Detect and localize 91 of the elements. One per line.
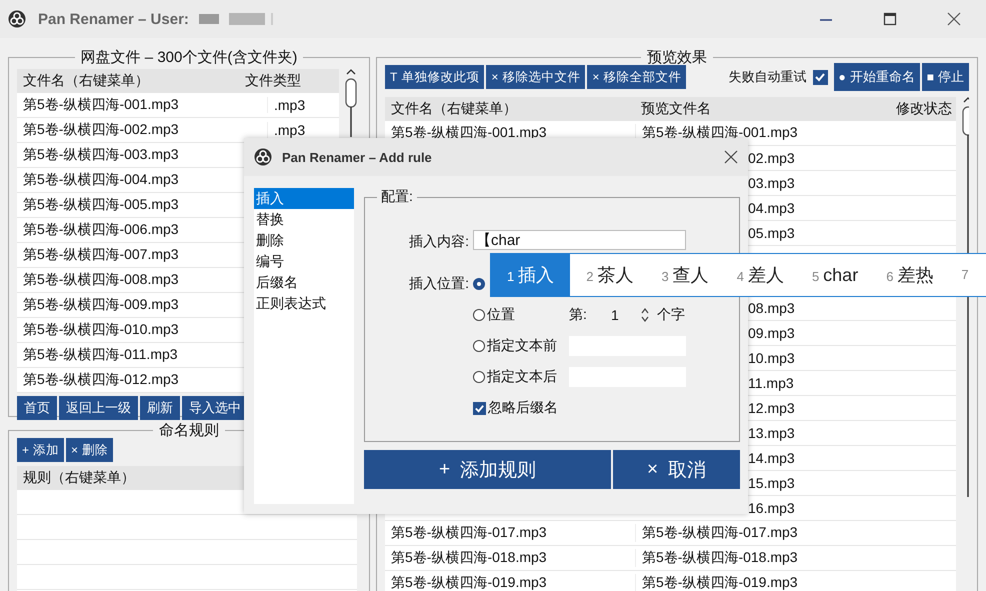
dialog-title: Pan Renamer – Add rule <box>282 150 432 164</box>
action-button[interactable]: ■ 停止 <box>922 63 969 91</box>
nav-button[interactable]: 首页 <box>17 396 57 420</box>
list-item[interactable]: 正则表达式 <box>254 293 354 314</box>
table-cell: 13.mp3 <box>748 425 795 441</box>
table-cell: 09.mp3 <box>748 325 795 341</box>
app-logo-icon <box>8 10 26 28</box>
app-logo-icon <box>254 148 272 166</box>
radio-button[interactable] <box>473 371 485 383</box>
maximize-icon[interactable] <box>883 12 897 26</box>
column-header[interactable]: 文件名（右键菜单） <box>385 100 635 118</box>
radio-button[interactable] <box>473 278 485 290</box>
table-cell-text: 第5卷-纵横四海-012.mp3 <box>22 371 180 389</box>
radio-label: 指定文本后 <box>487 368 558 386</box>
group-title: 配置: <box>380 188 414 206</box>
toolbar-button[interactable]: T 单独修改此项 <box>385 65 484 89</box>
radio-button[interactable] <box>473 340 485 352</box>
field-label: 插入位置: <box>408 274 470 293</box>
table-cell-text: 第5卷-纵横四海-019.mp3 <box>390 574 548 591</box>
toolbar-button[interactable]: × 移除全部文件 <box>587 65 686 89</box>
group-title: 命名规则 <box>158 421 220 440</box>
window-title: Pan Renamer – User: <box>38 10 189 28</box>
toolbar-button[interactable]: × 移除选中文件 <box>486 65 586 89</box>
column-header[interactable]: 文件名（右键菜单） <box>17 72 239 90</box>
ime-candidate[interactable]: 5 char <box>796 254 870 296</box>
table-cell: 04.mp3 <box>748 200 795 216</box>
checkbox-label: 失败自动重试 <box>728 68 806 86</box>
ime-candidate[interactable]: 2 茶人 <box>570 254 646 296</box>
table-cell: 05.mp3 <box>748 225 795 241</box>
field-label: 插入内容: <box>408 232 470 251</box>
dialog-button[interactable]: + 添加规则 <box>364 450 611 489</box>
table-cell: 12.mp3 <box>748 400 795 416</box>
table-cell: 14.mp3 <box>748 450 795 466</box>
table-cell-text: 第5卷-纵横四海-003.mp3 <box>22 146 180 164</box>
checkbox-label: 忽略后缀名 <box>488 399 558 417</box>
list-item[interactable]: 替换 <box>254 209 354 230</box>
checkbox[interactable] <box>473 402 486 414</box>
toolbar-button[interactable]: + 添加 <box>17 438 64 462</box>
list-item[interactable]: 后缀名 <box>254 272 354 293</box>
table-cell-text: 第5卷-纵横四海-004.mp3 <box>22 171 180 189</box>
table-cell: 03.mp3 <box>748 175 795 191</box>
table-cell: 第5卷-纵横四海-019.mp3 <box>635 574 885 591</box>
field-label: 个字 <box>657 306 685 324</box>
toolbar-button[interactable]: × 删除 <box>66 438 114 462</box>
table-cell: 第5卷-纵横四海-017.mp3 <box>635 524 885 542</box>
table-cell-text: 第5卷-纵横四海-011.mp3 <box>22 346 179 364</box>
ime-candidate[interactable]: 7 <box>945 254 981 296</box>
input-field[interactable]: 【char <box>473 230 686 250</box>
field-label: 第: <box>569 306 588 324</box>
spinner-arrows-icon[interactable] <box>641 308 649 322</box>
table-cell-text: 第5卷-纵横四海-017.mp3 <box>390 524 548 542</box>
list-item[interactable]: 删除 <box>254 230 354 251</box>
table-cell-text: 第5卷-纵横四海-007.mp3 <box>22 246 180 264</box>
table-cell-text: 第5卷-纵横四海-009.mp3 <box>22 296 180 314</box>
ime-candidate[interactable]: 4 差人 <box>720 254 796 296</box>
action-button[interactable]: ● 开始重命名 <box>834 63 920 91</box>
table-cell: 15.mp3 <box>748 475 795 491</box>
table-cell: 16.mp3 <box>748 500 795 516</box>
table-cell-text: 第5卷-纵横四海-001.mp3 <box>22 96 180 114</box>
group-title: 预览效果 <box>646 48 708 67</box>
group-title: 网盘文件 – 300个文件(含文件夹) <box>80 48 298 67</box>
radio-label: 指定文本前 <box>487 337 558 355</box>
column-header[interactable]: 文件类型 <box>239 72 339 90</box>
radio-button[interactable] <box>473 309 485 321</box>
radio-label: 位置 <box>487 306 516 324</box>
table-cell: 11.mp3 <box>748 375 794 391</box>
close-icon[interactable] <box>947 12 961 26</box>
table-cell-text: 第5卷-纵横四海-008.mp3 <box>22 271 180 289</box>
nav-button[interactable]: 刷新 <box>140 396 180 420</box>
table-cell: 08.mp3 <box>748 300 795 316</box>
ime-candidate[interactable]: 6 差热 <box>870 254 946 296</box>
checkbox[interactable] <box>812 70 828 84</box>
table-cell: 第5卷-纵横四海-018.mp3 <box>635 549 885 567</box>
table-cell: .mp3 <box>267 97 339 113</box>
dialog-button[interactable]: × 取消 <box>613 450 740 489</box>
column-header[interactable]: 修改状态 <box>885 100 956 118</box>
ime-candidate[interactable]: 3 查人 <box>645 254 721 296</box>
spinner-value[interactable]: 1 <box>611 307 639 323</box>
table-cell-text: 第5卷-纵横四海-002.mp3 <box>22 121 180 139</box>
ime-candidate[interactable]: 1 插入 <box>491 254 570 296</box>
column-header[interactable]: 预览文件名 <box>635 100 885 118</box>
table-cell: 10.mp3 <box>748 350 795 366</box>
list-item[interactable]: 编号 <box>254 251 354 272</box>
nav-button[interactable]: 返回上一级 <box>59 396 138 420</box>
table-cell-text: 第5卷-纵横四海-006.mp3 <box>22 221 180 239</box>
close-icon[interactable] <box>724 150 738 164</box>
table-cell-text: 第5卷-纵横四海-018.mp3 <box>390 549 548 567</box>
table-cell-text: 第5卷-纵横四海-005.mp3 <box>22 196 180 214</box>
table-cell-text: 第5卷-纵横四海-010.mp3 <box>22 321 180 339</box>
list-item[interactable]: 插入 <box>254 188 354 209</box>
table-cell: 02.mp3 <box>748 150 795 166</box>
